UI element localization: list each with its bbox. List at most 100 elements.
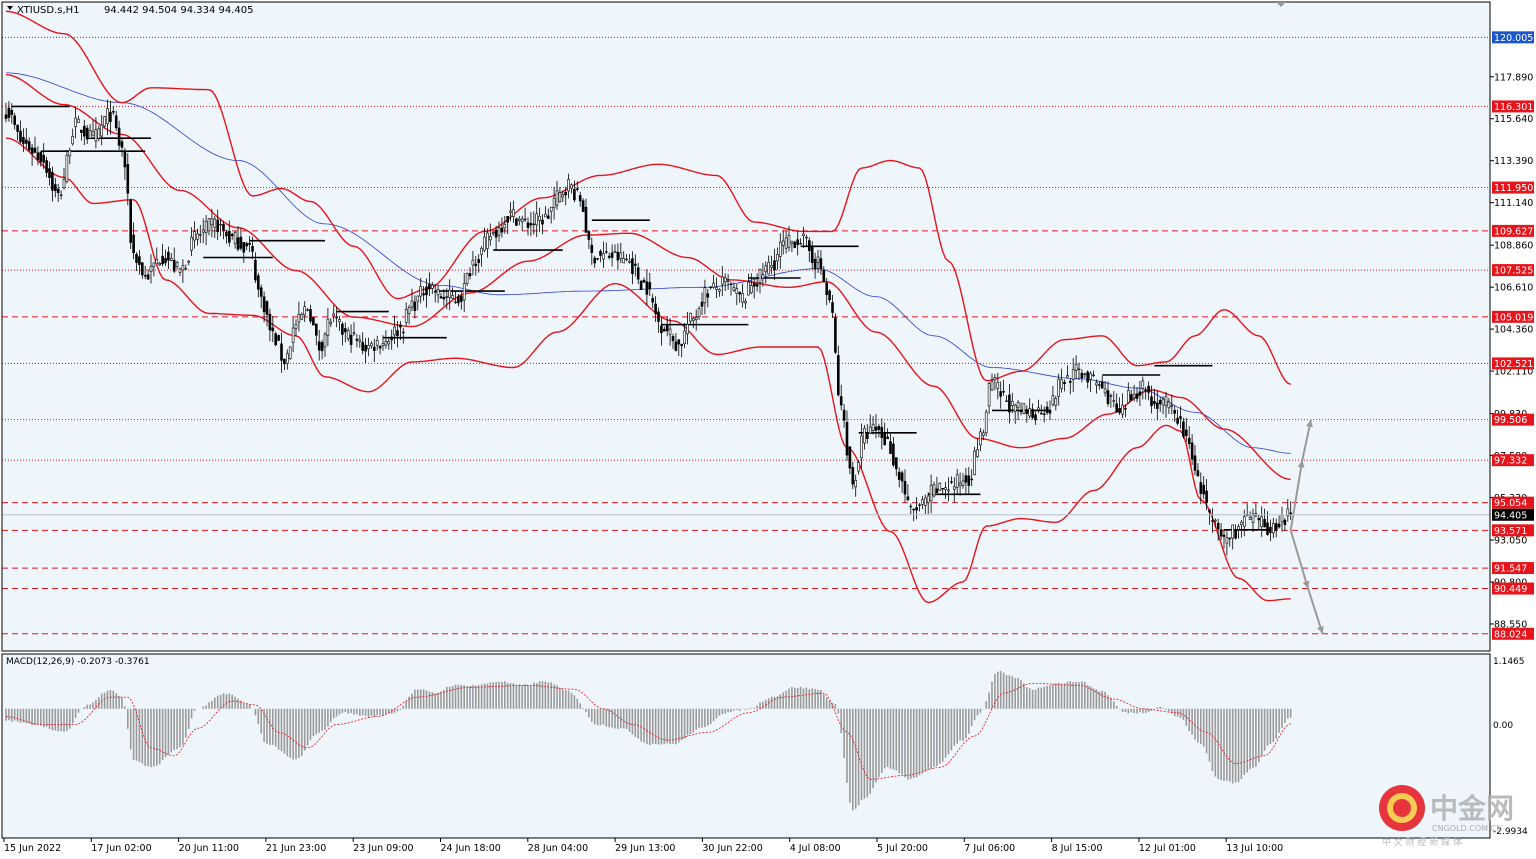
candle-body [483,236,486,251]
candle-body [918,504,921,506]
candle-body [938,482,942,491]
candle-body [828,290,831,301]
candle-body [871,423,875,431]
candle-body [413,301,417,311]
candle-body [584,206,588,233]
candle-body [1147,385,1150,393]
candle-body [448,289,452,298]
candle-body [625,258,628,261]
candle-body [196,233,199,240]
candle-body [567,179,570,192]
candle-body [909,505,913,508]
candle-body [767,262,771,275]
candle-body [1037,407,1040,411]
candle-body [416,295,420,302]
candle-body [1266,522,1269,535]
candle-body [422,293,425,296]
candle-body [245,243,248,247]
candle-body [952,486,956,490]
candle-body [277,335,280,341]
candle-body [256,275,260,290]
candle-body [1243,516,1246,527]
candle-body [1164,396,1168,407]
candle-body [230,233,234,237]
candle-body [457,296,460,304]
candle-body [1269,526,1272,533]
candle-body [793,241,797,248]
candle-body [1283,519,1287,526]
candle-body [1112,400,1116,402]
candle-body [381,343,385,346]
candle-body [384,340,388,346]
main-plot-background [2,2,1490,651]
candle-body [7,107,11,118]
candle-body [291,327,295,343]
candle-body [468,273,472,277]
candle-body [1103,388,1107,394]
candle-body [184,268,188,270]
candle-body [616,252,620,261]
candle-body [778,241,782,257]
candle-body [454,301,457,304]
price-level-value: 111.950 [1494,183,1533,194]
candle-body [439,296,443,299]
candle-body [976,449,979,458]
candle-body [19,130,22,143]
candle-body [1170,405,1174,407]
candle-body [558,192,562,202]
candle-body [135,253,138,263]
logo-circle-icon [1379,785,1425,831]
candle-body [912,508,916,511]
price-level-value: 91.547 [1494,564,1527,575]
candle-body [187,260,190,263]
candle-body [312,317,315,326]
candle-body [607,255,611,258]
candle-body [213,218,217,228]
candle-body [729,283,733,285]
time-axis: 15 Jun 2022 17 Jun 02:00 20 Jun 11:00 21 Ju… [3,838,1283,854]
candle-body [1022,403,1026,414]
candle-body [877,426,881,430]
candle-body [941,488,945,490]
candle-body [723,277,727,283]
candle-body [622,258,626,264]
candle-body [317,341,321,351]
time-tick-label: 21 Jun 23:00 [266,843,326,854]
candle-body [984,411,988,434]
price-level-value: 120.005 [1494,33,1533,44]
candle-body [358,339,362,342]
candle-body [22,137,25,144]
candle-body [88,130,92,139]
price-axis: 117.890 115.640 113.390 111.140 108.860 106.6… [1490,72,1533,630]
candle-body [51,172,54,191]
candle-body [248,242,251,245]
candle-body [393,326,396,336]
candle-body [1054,398,1058,406]
candle-body [170,258,173,261]
candle-body [1115,403,1118,413]
candle-body [747,281,750,296]
candle-body [364,344,367,352]
price-level-value: 97.332 [1494,456,1527,467]
candle-body [268,313,272,331]
candle-body [520,218,524,222]
candle-body [1048,409,1052,414]
candle-body [123,151,127,168]
candle-body [848,446,852,469]
candle-body [488,236,492,241]
candle-body [1071,369,1075,380]
candle-body [201,229,205,233]
candle-body [283,358,286,365]
candle-body [265,301,269,315]
candle-body [865,432,869,439]
candle-body [546,215,550,219]
candle-body [332,313,336,316]
candle-body [387,341,391,345]
candle-body [802,233,805,236]
candle-body [932,484,936,497]
watermark-title: 中金网 [1430,792,1514,825]
candle-body [761,274,765,279]
candle-body [706,293,710,298]
candle-body [836,355,840,396]
candle-body [404,309,408,323]
